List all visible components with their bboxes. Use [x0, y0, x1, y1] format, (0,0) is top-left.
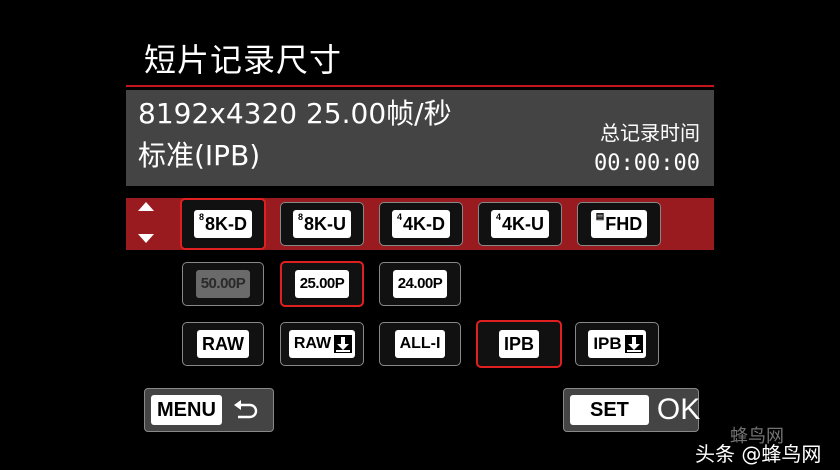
- scroll-up-arrow-icon[interactable]: [138, 202, 154, 211]
- size-option-4k-d[interactable]: 4 4K-D: [379, 202, 463, 246]
- total-record-time-label: 总记录时间: [600, 121, 700, 145]
- download-icon: [334, 335, 353, 353]
- raw-icon: RAW: [197, 330, 249, 358]
- raw-light-icon: RAW: [288, 330, 356, 358]
- size-option-8k-d[interactable]: 8 8K-D: [180, 198, 266, 250]
- menu-back-button[interactable]: MENU: [144, 388, 274, 432]
- size-4k-u-icon: 4 4K-U: [490, 210, 550, 238]
- framerate-option-25p[interactable]: 25.00P: [280, 261, 364, 307]
- scroll-down-arrow-icon[interactable]: [138, 234, 154, 243]
- compression-text: 标准(IPB): [138, 139, 261, 172]
- compression-option-all-i[interactable]: ALL-I: [379, 322, 461, 366]
- size-option-fhd[interactable]: ▤ FHD: [577, 202, 661, 246]
- compression-option-ipb[interactable]: IPB: [476, 320, 562, 368]
- ok-label: OK: [656, 393, 701, 426]
- ipb-light-icon: IPB: [588, 330, 646, 358]
- compression-option-ipb-light[interactable]: IPB: [575, 322, 659, 366]
- compression-option-raw[interactable]: RAW: [182, 322, 264, 366]
- size-fhd-icon: ▤ FHD: [590, 210, 648, 238]
- size-4k-d-icon: 4 4K-D: [391, 210, 451, 238]
- framerate-24p-icon: 24.00P: [392, 270, 448, 298]
- framerate-25p-icon: 25.00P: [294, 270, 350, 298]
- watermark-caption: 头条 @蜂鸟网: [695, 442, 822, 466]
- framerate-option-24p[interactable]: 24.00P: [379, 262, 461, 306]
- set-label: SET: [570, 395, 649, 425]
- compression-option-raw-light[interactable]: RAW: [280, 322, 364, 366]
- info-panel: 8192x4320 25.00帧/秒 标准(IPB) 总记录时间 00:00:0…: [126, 90, 714, 186]
- resolution-framerate-text: 8192x4320 25.00帧/秒: [138, 97, 452, 130]
- size-8k-d-icon: 8 8K-D: [193, 210, 253, 238]
- size-option-8k-u[interactable]: 8 8K-U: [280, 202, 364, 246]
- menu-label: MENU: [151, 395, 222, 425]
- framerate-50p-icon: 50.00P: [195, 270, 251, 298]
- download-icon: [624, 335, 643, 353]
- set-ok-button[interactable]: SET OK: [563, 388, 701, 432]
- page-title: 短片记录尺寸: [144, 41, 343, 79]
- ipb-icon: IPB: [498, 330, 539, 358]
- size-option-4k-u[interactable]: 4 4K-U: [478, 202, 562, 246]
- total-record-time-value: 00:00:00: [594, 151, 700, 176]
- all-i-icon: ALL-I: [394, 330, 446, 358]
- return-arrow-icon: [232, 399, 258, 421]
- framerate-option-50p: 50.00P: [182, 262, 264, 306]
- title-underline: [126, 85, 714, 87]
- size-8k-u-icon: 8 8K-U: [292, 210, 352, 238]
